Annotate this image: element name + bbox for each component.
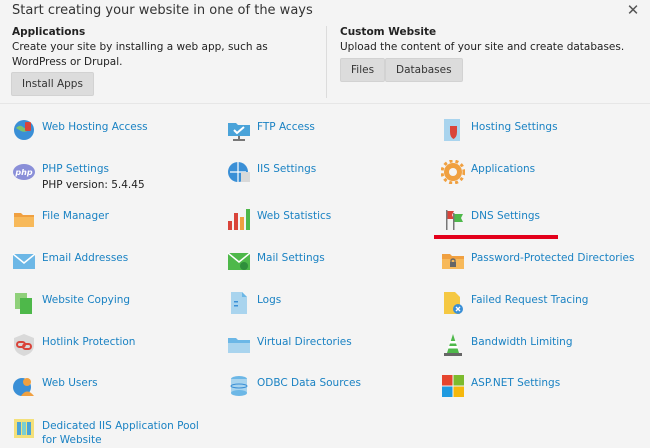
panel-title: Start creating your website in one of th… [12,3,313,18]
files-button[interactable]: Files [340,58,386,82]
iis-globe-icon [228,162,250,182]
create-website-panel: Start creating your website in one of th… [0,0,650,104]
database-icon [230,376,248,396]
tool-label[interactable]: File Manager [42,210,109,222]
tool-label[interactable]: Website Copying [42,294,130,306]
applications-description: Create your site by installing a web app… [12,41,268,68]
tool-label[interactable]: FTP Access [257,121,315,133]
tool-label[interactable]: Mail Settings [257,252,325,264]
tool-label[interactable]: Logs [257,294,281,306]
envelope-icon [12,253,36,269]
svg-text:php: php [14,168,32,177]
databases-button[interactable]: Databases [385,58,463,82]
app-pool-icon [14,419,34,438]
tool-label[interactable]: Web Hosting Access [42,121,148,133]
tool-label[interactable]: Virtual Directories [257,336,352,348]
tool-label[interactable]: ODBC Data Sources [257,377,361,389]
tool-label[interactable]: Bandwidth Limiting [471,336,573,348]
windows-logo-icon [442,375,464,397]
php-version-text: PHP version: 5.4.45 [42,179,145,191]
custom-website-description: Upload the content of your site and crea… [340,41,625,53]
tool-label[interactable]: Hosting Settings [471,121,558,133]
install-apps-button[interactable]: Install Apps [11,72,94,96]
tool-label[interactable]: IIS Settings [257,163,316,175]
tool-label[interactable]: Web Users [42,377,98,389]
custom-website-heading: Custom Website [340,26,437,38]
log-file-icon [231,292,247,314]
copy-pages-icon [15,293,32,314]
php-icon: php [13,164,35,180]
gear-icon [441,160,465,184]
mail-settings-icon [227,252,251,270]
dns-highlight-underline [434,235,558,239]
bar-chart-icon [228,209,250,230]
traffic-cone-icon [444,334,462,356]
ftp-folder-icon [228,123,250,141]
tool-label[interactable]: Hotlink Protection [42,336,135,348]
dns-flags-icon [446,210,463,230]
tool-label[interactable]: Email Addresses [42,252,128,264]
tool-label[interactable]: PHP Settings [42,163,109,175]
section-divider [326,26,327,98]
user-globe-icon [13,378,34,396]
virtual-folder-icon [228,338,250,353]
tool-label[interactable]: Failed Request Tracing [471,294,588,306]
tool-label[interactable]: Password-Protected Directories [471,252,634,264]
tool-label[interactable]: DNS Settings [471,210,540,222]
tool-label[interactable]: Web Statistics [257,210,331,222]
folder-icon [14,213,34,227]
chain-shield-icon [14,334,34,356]
hosting-settings-icon [444,119,460,141]
tool-label[interactable]: ASP.NET Settings [471,377,560,389]
applications-heading: Applications [12,26,86,38]
failed-request-icon [444,292,463,314]
close-icon[interactable]: ✕ [625,1,641,19]
globe-key-icon [14,120,34,140]
tool-label[interactable]: Dedicated IIS Application Pool for Websi… [42,419,212,447]
locked-folder-icon [442,254,464,269]
tool-label[interactable]: Applications [471,163,535,175]
